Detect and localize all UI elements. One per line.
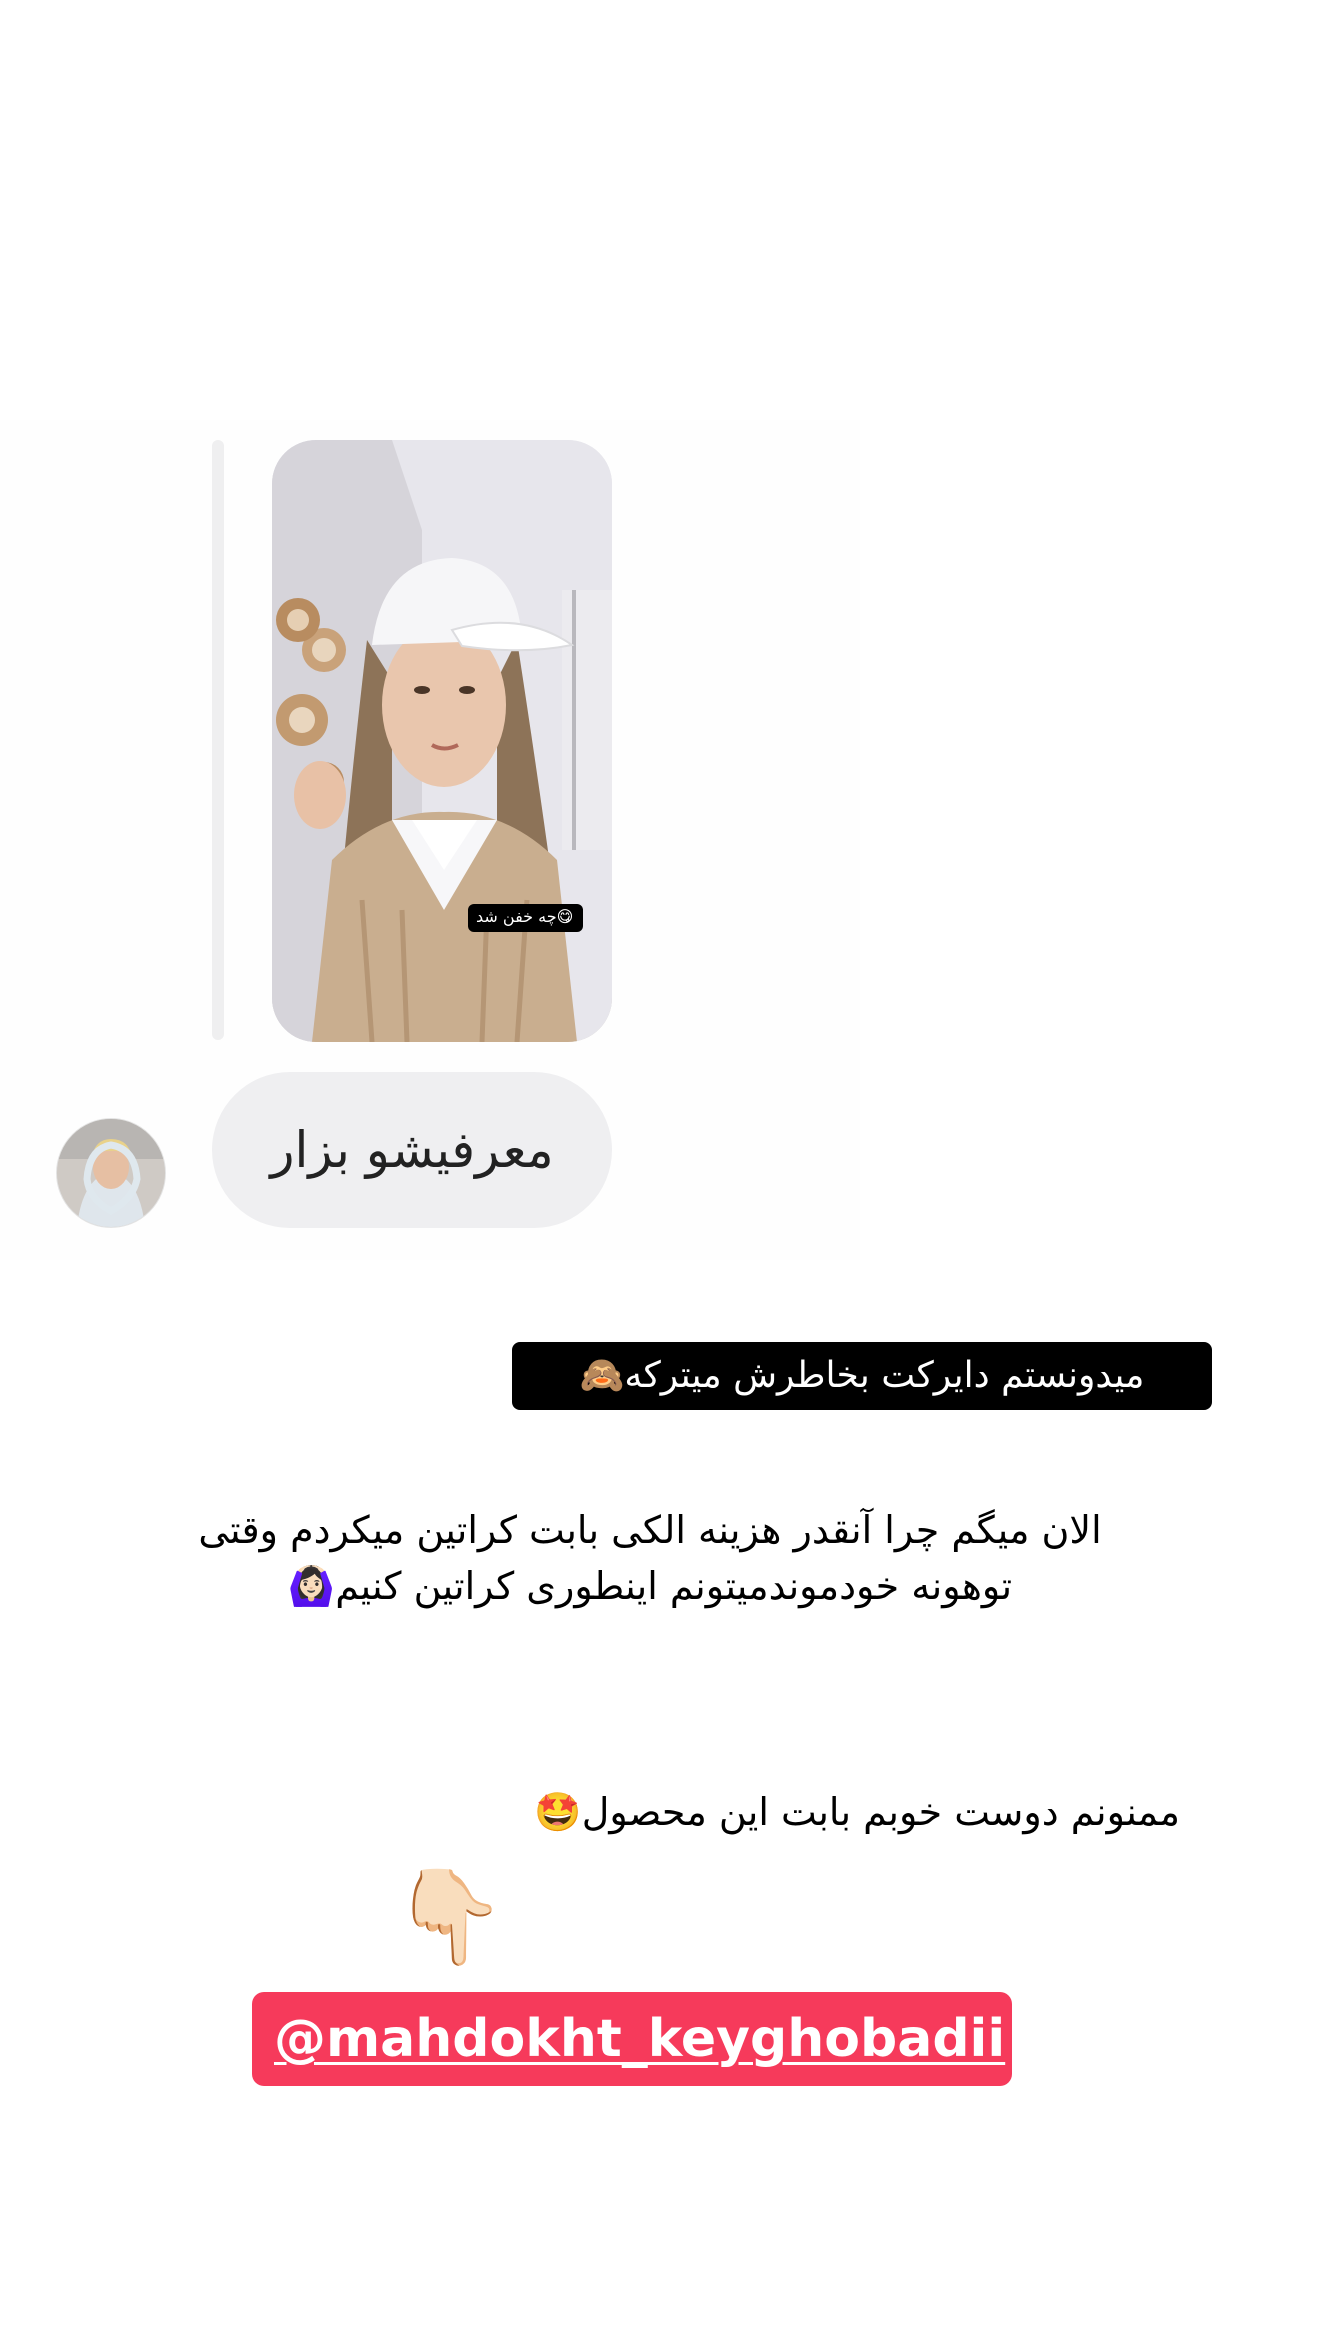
video-frame-illustration — [272, 440, 612, 1042]
replied-video-thumbnail[interactable]: چه خفن شد😋 — [272, 440, 612, 1042]
story-caption-text: ممنونم دوست خوبم بابت این محصول🤩 — [534, 1790, 1180, 1834]
mention-username[interactable]: @mahdokht_keyghobadii — [274, 2009, 1005, 2069]
story-caption-text: میدونستم دایرکت بخاطرش میترکه🙈 — [512, 1342, 1212, 1410]
avatar-photo-icon — [57, 1119, 165, 1227]
sender-avatar[interactable] — [56, 1118, 166, 1228]
story-top-blank-area — [0, 0, 1320, 420]
story-page: چه خفن شد😋 معرفیشو بزار میدونستم دایرکت … — [0, 0, 1320, 2346]
reply-message-text: معرفیشو بزار — [270, 1121, 554, 1179]
video-caption-label: چه خفن شد😋 — [468, 904, 584, 932]
reply-indicator-bar — [212, 440, 224, 1040]
story-caption-text: الان میگم چرا آنقدر هزینه الکی بابت کرات… — [198, 1508, 1102, 1608]
pointing-down-hand-icon: 👇🏻 — [392, 1863, 507, 1970]
reply-message-bubble[interactable]: معرفیشو بزار — [212, 1072, 612, 1228]
mention-sticker[interactable]: @mahdokht_keyghobadii — [252, 1992, 1012, 2086]
